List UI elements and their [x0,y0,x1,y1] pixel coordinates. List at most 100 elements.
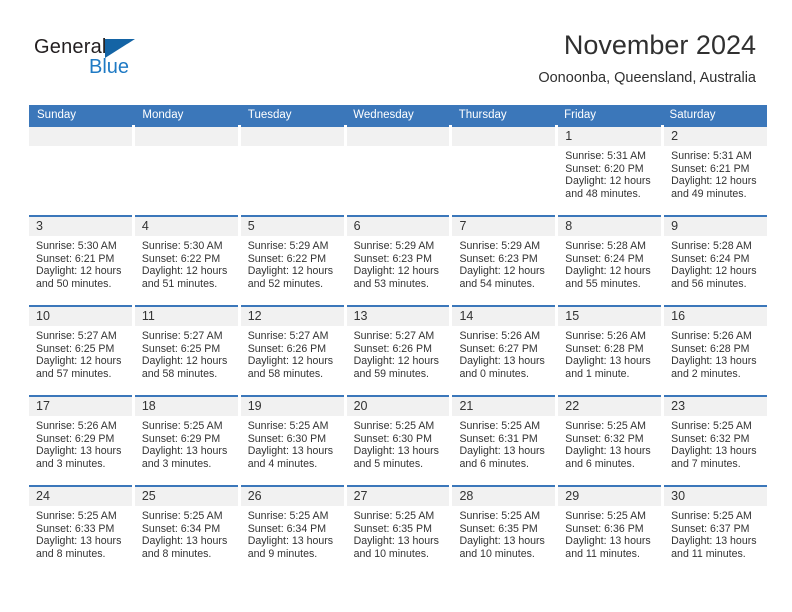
sun-info-line: Sunrise: 5:27 AM [247,330,329,342]
day-sun-info: Sunrise: 5:30 AM Sunset: 6:22 PM Daylight:… [135,236,238,290]
sun-info-line: Sunrise: 5:25 AM [36,510,117,522]
sun-info-line: and 59 minutes. [353,367,429,380]
calendar-day-cell[interactable]: 28 Sunrise: 5:25 AM Sunset: 6:35 PM Dayligh… [452,485,556,575]
calendar-day-cell[interactable]: 18 Sunrise: 5:25 AM Sunset: 6:29 PM Dayligh… [134,395,238,485]
sun-info-line: Sunset: 6:29 PM [36,432,115,445]
day-number-band: 8 [558,217,662,236]
day-sun-info: Sunrise: 5:29 AM Sunset: 6:23 PM Daylight:… [452,236,555,290]
sun-info-line: and 10 minutes. [353,547,429,560]
sun-info-line: and 9 minutes. [247,547,318,560]
sun-info-line: and 54 minutes. [459,277,535,290]
sun-info-line: Daylight: 13 hours [36,535,122,548]
calendar-day-cell[interactable]: 20 Sunrise: 5:25 AM Sunset: 6:30 PM Dayligh… [346,395,450,485]
calendar-day-cell[interactable]: 10 Sunrise: 5:27 AM Sunset: 6:25 PM Dayligh… [29,305,132,395]
calendar-day-cell[interactable]: 24 Sunrise: 5:25 AM Sunset: 6:33 PM Dayligh… [29,485,132,575]
calendar-day-cell[interactable]: 3 Sunrise: 5:30 AM Sunset: 6:21 PM Daylight… [29,215,132,305]
calendar-day-cell[interactable]: 7 Sunrise: 5:29 AM Sunset: 6:23 PM Daylight… [452,215,556,305]
sun-info-line: Sunset: 6:22 PM [141,252,221,265]
calendar-day-cell[interactable]: 4 Sunrise: 5:30 AM Sunset: 6:22 PM Daylight… [134,215,238,305]
calendar-day-cell[interactable]: 1 Sunrise: 5:31 AM Sunset: 6:20 PM Daylight… [558,125,662,215]
day-sun-info: Sunrise: 5:30 AM Sunset: 6:21 PM Daylight:… [29,236,132,290]
calendar-day-cell[interactable]: 13 Sunrise: 5:27 AM Sunset: 6:26 PM Dayligh… [346,305,450,395]
calendar-day-cell[interactable]: 29 Sunrise: 5:25 AM Sunset: 6:36 PM Dayligh… [558,485,662,575]
day-number-band: 29 [558,487,662,506]
sun-info-line: Daylight: 12 hours [671,265,757,278]
calendar-week-row: 24 Sunrise: 5:25 AM Sunset: 6:33 PM Dayligh… [29,485,768,575]
sun-info-line: Sunset: 6:25 PM [36,342,115,355]
sun-info-line: and 49 minutes. [671,187,747,200]
sun-info-line: Sunset: 6:28 PM [565,342,644,355]
day-number-band: 24 [29,487,132,506]
day-number-band: 20 [346,397,450,416]
day-number-band: 11 [134,307,238,326]
calendar-day-cell[interactable]: 16 Sunrise: 5:26 AM Sunset: 6:28 PM Dayligh… [664,305,768,395]
calendar-day-cell[interactable]: 6 Sunrise: 5:29 AM Sunset: 6:23 PM Daylight… [346,215,450,305]
calendar-day-cell[interactable]: 23 Sunrise: 5:25 AM Sunset: 6:32 PM Dayligh… [664,395,768,485]
calendar-day-cell[interactable]: 11 Sunrise: 5:27 AM Sunset: 6:25 PM Dayligh… [134,305,238,395]
day-number-band: 25 [134,487,238,506]
sun-info-line: and 57 minutes. [36,367,112,380]
sun-info-line: Sunset: 6:26 PM [247,342,327,355]
sun-info-line: and 52 minutes. [247,277,324,290]
sun-info-line: Sunset: 6:27 PM [459,342,538,355]
calendar-day-cell[interactable]: 15 Sunrise: 5:26 AM Sunset: 6:28 PM Dayligh… [558,305,662,395]
day-number-band: 26 [240,487,344,506]
sun-info-line: Sunset: 6:21 PM [36,252,115,265]
sun-info-line: Sunset: 6:32 PM [565,432,644,445]
calendar-day-cell[interactable]: 26 Sunrise: 5:25 AM Sunset: 6:34 PM Dayligh… [240,485,344,575]
calendar-day-cell[interactable]: 22 Sunrise: 5:25 AM Sunset: 6:32 PM Dayligh… [558,395,662,485]
calendar-day-cell[interactable]: 27 Sunrise: 5:25 AM Sunset: 6:35 PM Dayligh… [346,485,450,575]
day-sun-info: Sunrise: 5:25 AM Sunset: 6:30 PM Daylight:… [241,416,344,470]
sun-info-line: Sunset: 6:35 PM [353,522,432,535]
sun-info-line: Daylight: 13 hours [141,535,228,548]
day-sun-info: Sunrise: 5:27 AM Sunset: 6:26 PM Daylight:… [347,326,450,380]
calendar-day-cell[interactable]: 9 Sunrise: 5:28 AM Sunset: 6:24 PM Daylight… [664,215,768,305]
sun-info-line: Sunrise: 5:25 AM [141,420,223,432]
day-number-band: 22 [558,397,662,416]
sun-info-line: Sunrise: 5:28 AM [565,240,646,252]
day-sun-info: Sunrise: 5:29 AM Sunset: 6:23 PM Daylight:… [347,236,450,290]
calendar-day-cell[interactable]: 8 Sunrise: 5:28 AM Sunset: 6:24 PM Daylight… [558,215,662,305]
sun-info-line: Sunrise: 5:27 AM [141,330,223,342]
sun-info-line: Daylight: 13 hours [671,535,757,548]
sun-info-line: Daylight: 13 hours [141,445,228,458]
sun-info-line: and 11 minutes. [565,547,640,560]
calendar-day-cell[interactable]: 5 Sunrise: 5:29 AM Sunset: 6:22 PM Daylight… [240,215,344,305]
calendar-day-cell[interactable]: 12 Sunrise: 5:27 AM Sunset: 6:26 PM Dayligh… [240,305,344,395]
calendar-day-cell[interactable]: 14 Sunrise: 5:26 AM Sunset: 6:27 PM Dayligh… [452,305,556,395]
calendar-day-cell[interactable]: 25 Sunrise: 5:25 AM Sunset: 6:34 PM Dayligh… [134,485,238,575]
sun-info-line: and 8 minutes. [141,547,212,560]
day-number: 15 [565,309,580,323]
day-number-band: 5 [240,217,344,236]
sun-info-line: Sunset: 6:31 PM [459,432,538,445]
brand-logo[interactable]: General Blue [34,36,214,82]
day-number-band [240,127,344,146]
day-number-band: 4 [134,217,238,236]
day-number: 14 [459,309,474,323]
sun-info-line: and 6 minutes. [565,457,635,470]
sun-info-line: Daylight: 13 hours [247,535,334,548]
calendar-day-cell[interactable]: 19 Sunrise: 5:25 AM Sunset: 6:30 PM Dayligh… [240,395,344,485]
calendar-day-cell[interactable]: 30 Sunrise: 5:25 AM Sunset: 6:37 PM Dayligh… [664,485,768,575]
day-number: 17 [36,399,50,413]
calendar-day-cell[interactable]: 2 Sunrise: 5:31 AM Sunset: 6:21 PM Daylight… [664,125,768,215]
calendar-day-cell[interactable]: 21 Sunrise: 5:25 AM Sunset: 6:31 PM Dayligh… [452,395,556,485]
sun-info-line: and 6 minutes. [459,457,529,470]
sun-info-line: Daylight: 12 hours [353,355,439,368]
sun-info-line: Sunset: 6:25 PM [141,342,221,355]
sun-info-line: Daylight: 13 hours [459,535,545,548]
day-number-band: 21 [452,397,556,416]
calendar-day-cell[interactable]: 17 Sunrise: 5:26 AM Sunset: 6:29 PM Dayligh… [29,395,132,485]
location-subtitle: Oonoonba, Queensland, Australia [538,70,756,86]
day-number-band: 17 [29,397,132,416]
day-sun-info: Sunrise: 5:25 AM Sunset: 6:29 PM Daylight:… [135,416,238,470]
day-number: 12 [247,309,262,323]
sun-info-line: Sunrise: 5:29 AM [247,240,329,252]
day-number: 6 [353,219,361,233]
day-number: 7 [459,219,467,233]
day-sun-info: Sunrise: 5:25 AM Sunset: 6:33 PM Daylight:… [29,506,132,560]
day-number-band [29,127,132,146]
sun-info-line: Sunset: 6:36 PM [565,522,644,535]
day-number: 28 [459,489,474,503]
sun-info-line: Sunrise: 5:25 AM [459,420,541,432]
